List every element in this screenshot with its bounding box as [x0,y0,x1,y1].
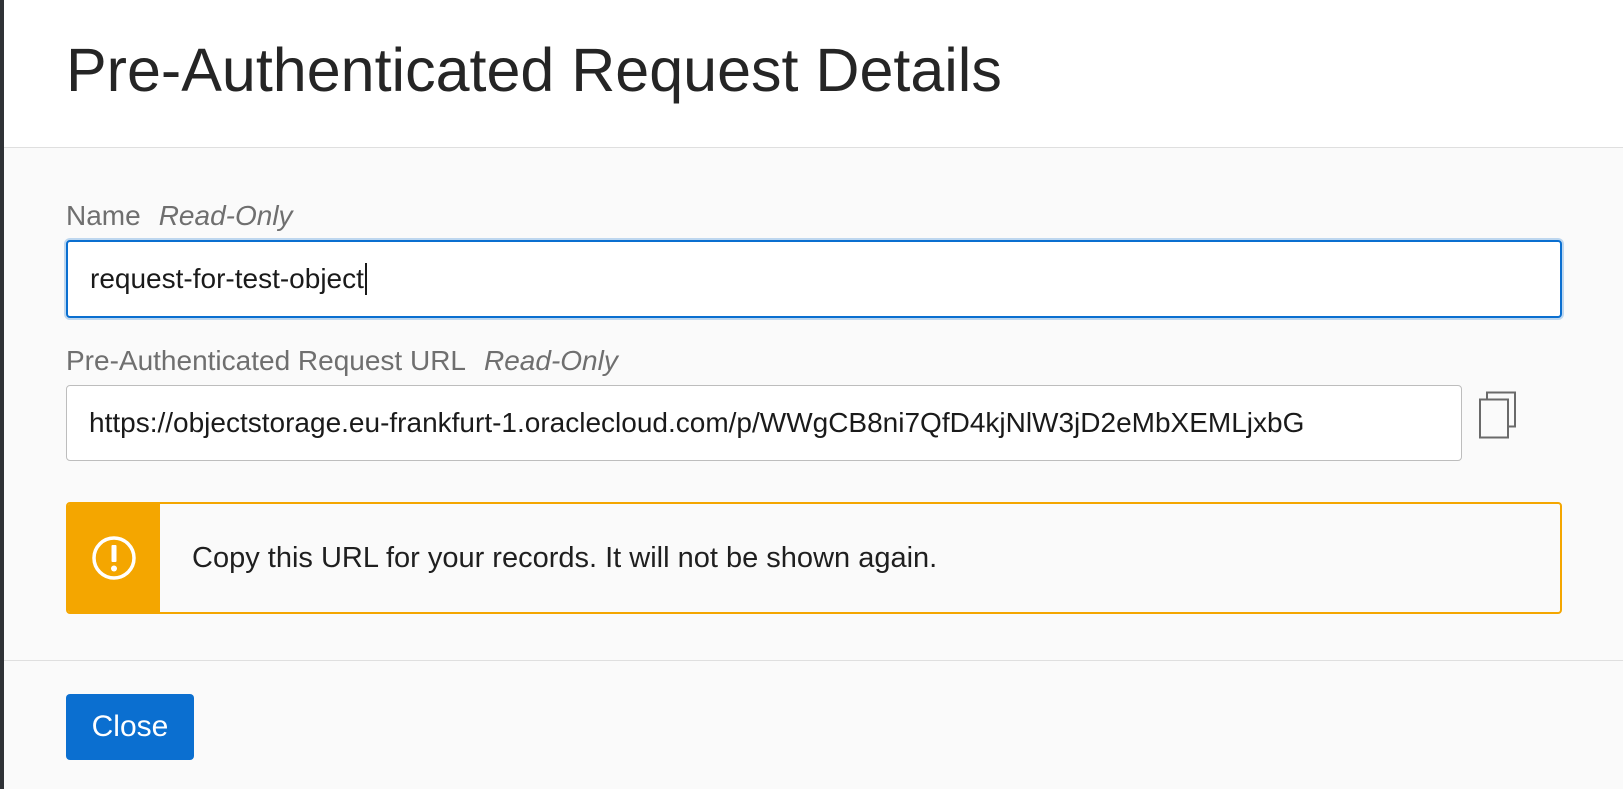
url-readonly-tag: Read-Only [484,345,618,376]
text-caret [364,263,367,295]
alert-icon-stripe [68,504,160,612]
dialog-title: Pre-Authenticated Request Details [66,36,1002,104]
dialog-header: Pre-Authenticated Request Details [4,0,1623,148]
copy-icon[interactable] [1478,391,1518,441]
name-field-label: Name Read-Only [66,200,293,232]
url-field-label: Pre-Authenticated Request URL Read-Only [66,345,618,377]
name-input-value: request-for-test-object [90,263,364,294]
name-label-text: Name [66,200,141,231]
dialog-footer: Close [4,660,1623,789]
warning-exclamation-icon [92,536,136,580]
url-input-value: https://objectstorage.eu-frankfurt-1.ora… [89,407,1305,438]
url-label-text: Pre-Authenticated Request URL [66,345,466,376]
dialog-body: Name Read-Only request-for-test-object Pr… [4,148,1623,660]
url-input[interactable]: https://objectstorage.eu-frankfurt-1.ora… [66,385,1462,461]
name-readonly-tag: Read-Only [158,200,293,231]
warning-alert: Copy this URL for your records. It will … [66,502,1562,614]
name-input[interactable]: request-for-test-object [66,240,1562,318]
alert-message: Copy this URL for your records. It will … [192,541,938,574]
close-button[interactable]: Close [66,694,194,760]
pre-authenticated-request-dialog: Pre-Authenticated Request Details Name Re… [4,0,1623,789]
